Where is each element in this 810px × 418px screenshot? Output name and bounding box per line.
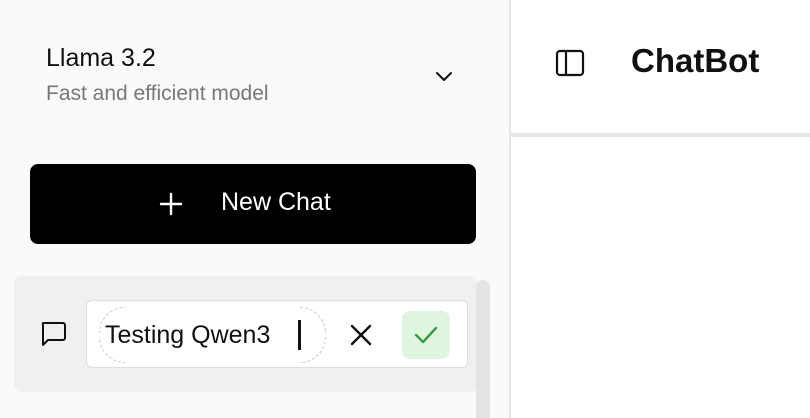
chat-list-item[interactable]	[14, 276, 478, 392]
text-cursor	[298, 320, 301, 350]
sidebar-toggle-icon	[555, 49, 585, 77]
chat-bubble-icon	[41, 322, 66, 346]
new-chat-label: New Chat	[221, 188, 331, 216]
plus-icon	[159, 192, 183, 216]
model-selector[interactable]: Llama 3.2 Fast and efficient model	[30, 34, 476, 116]
check-icon	[414, 326, 438, 344]
chevron-down-icon[interactable]	[432, 64, 456, 88]
chat-area	[511, 137, 810, 418]
model-description: Fast and efficient model	[46, 82, 269, 105]
rename-chat-input[interactable]	[101, 311, 327, 359]
confirm-rename-button[interactable]	[402, 311, 450, 359]
new-chat-button[interactable]: New Chat	[30, 164, 476, 244]
close-icon	[350, 324, 372, 346]
rename-field-container	[86, 300, 468, 368]
sidebar-scrollbar[interactable]	[476, 280, 490, 418]
app-title: ChatBot	[631, 42, 760, 79]
model-name: Llama 3.2	[46, 44, 156, 72]
sidebar: Llama 3.2 Fast and efficient model New C…	[0, 0, 509, 418]
sidebar-toggle-button[interactable]	[554, 48, 586, 78]
cancel-rename-button[interactable]	[345, 319, 377, 351]
